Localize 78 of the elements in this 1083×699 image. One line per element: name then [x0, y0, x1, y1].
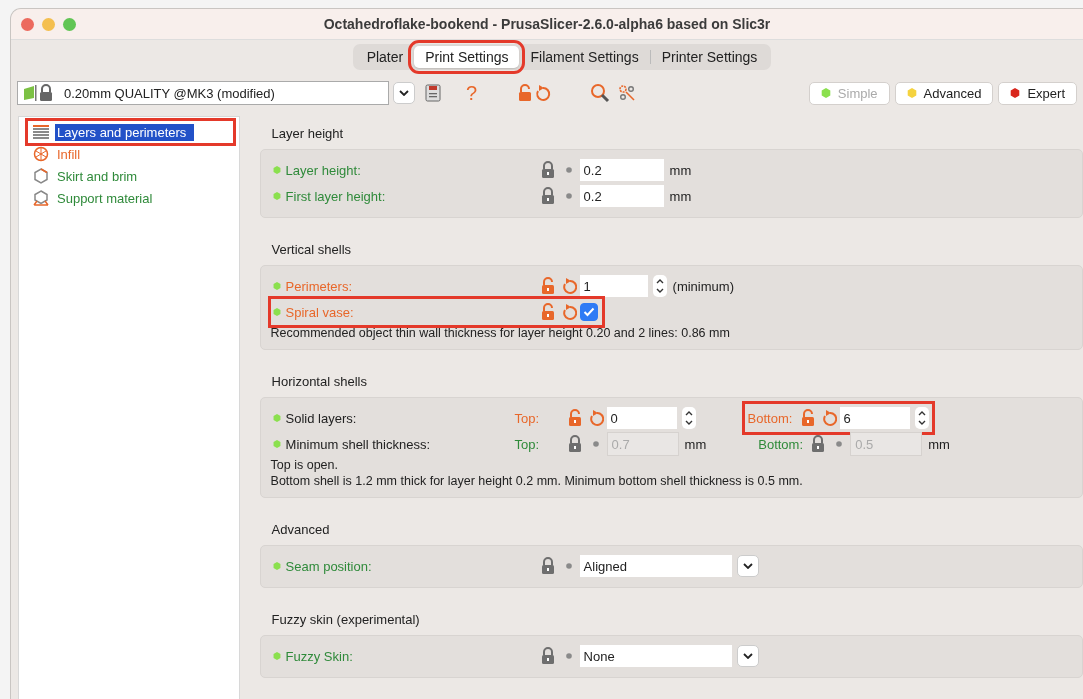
field-label: Bottom:	[747, 410, 794, 426]
input-field[interactable]: 0	[606, 407, 677, 429]
section-title: Vertical shells	[270, 241, 353, 259]
tab[interactable]: Filament Settings	[519, 46, 650, 68]
unit-label: mm	[928, 436, 950, 452]
undo-icon[interactable]	[560, 277, 577, 295]
tab[interactable]: Printer Settings	[650, 46, 769, 68]
info-text: Recommended object thin wall thickness for layer height 0.20 and 2 lines: 0.86 mm	[270, 325, 731, 341]
undo-icon[interactable]	[587, 409, 604, 427]
save-icon[interactable]	[425, 84, 441, 102]
spinner-button[interactable]	[681, 407, 696, 429]
field-label: Top:	[514, 410, 541, 426]
unit-label: mm	[669, 188, 692, 204]
dropdown-button[interactable]	[736, 645, 759, 667]
dot-icon	[565, 563, 572, 569]
preset-dropdown[interactable]: 0.20mm QUALITY @MK3 (modified)	[17, 81, 389, 105]
hexagon-icon	[33, 168, 49, 184]
spinner-button[interactable]	[914, 407, 929, 429]
section-title: Horizontal shells	[270, 373, 368, 391]
search-icon[interactable]	[590, 83, 611, 103]
sidebar-item[interactable]: Support material	[33, 187, 155, 209]
mode-button[interactable]: Advanced	[894, 81, 994, 105]
lock-icon[interactable]	[539, 557, 556, 575]
spinner-button[interactable]	[652, 275, 667, 297]
lock-icon[interactable]	[539, 647, 556, 665]
sidebar-item[interactable]: Skirt and brim	[33, 165, 140, 187]
select-field[interactable]: None	[579, 645, 732, 667]
undo-icon[interactable]	[560, 303, 577, 321]
unit-label: (minimum)	[672, 278, 734, 294]
dot-icon	[592, 441, 599, 447]
checkbox[interactable]	[579, 303, 598, 321]
unlock-icon[interactable]	[799, 409, 816, 427]
section-title: Layer height	[270, 125, 345, 143]
chevron-down-icon	[742, 653, 753, 659]
dot-icon	[565, 193, 572, 199]
dot-icon	[565, 653, 572, 659]
select-field[interactable]: Aligned	[579, 555, 732, 577]
unlock-icon[interactable]	[539, 303, 556, 321]
input-field[interactable]: 1	[579, 275, 648, 297]
option-label: Layer height:	[285, 162, 362, 178]
close-button[interactable]	[21, 17, 34, 31]
tab[interactable]: Plater	[355, 46, 415, 68]
info-text: Bottom shell is 1.2 mm thick for layer height 0.2 mm. Minimum bottom shell thickness is 0.5 mm.	[270, 473, 804, 489]
input-field[interactable]: 0.2	[579, 185, 664, 207]
section-title: Fuzzy skin (experimental)	[270, 611, 421, 629]
option-label: Minimum shell thickness:	[285, 436, 432, 452]
unlock-undo-icon[interactable]	[517, 84, 552, 102]
field-label: Top:	[514, 436, 541, 452]
gears-icon[interactable]	[618, 84, 637, 102]
dot-icon	[836, 441, 843, 447]
dot-icon	[565, 167, 572, 173]
unit-label: mm	[669, 162, 692, 178]
lock-icon[interactable]	[539, 161, 556, 179]
option-label: Fuzzy Skin:	[285, 648, 354, 664]
chevron-down-icon	[399, 90, 409, 96]
option-label: Spiral vase:	[285, 304, 355, 320]
input-field[interactable]: 6	[839, 407, 910, 429]
unlock-icon[interactable]	[566, 409, 583, 427]
dropdown-button[interactable]	[736, 555, 759, 577]
window-title: Octahedroflake-bookend - PrusaSlicer-2.6.0-alpha6 based on Slic3r	[323, 16, 771, 32]
support-icon	[33, 190, 49, 206]
infill-icon	[33, 146, 49, 162]
input-field[interactable]: 0.2	[579, 159, 664, 181]
unit-label: mm	[684, 436, 707, 452]
mode-button[interactable]: Expert	[998, 81, 1077, 105]
option-label: Perimeters:	[285, 278, 354, 294]
layers-icon	[33, 124, 49, 140]
dropdown-button[interactable]	[393, 82, 415, 104]
unlock-icon[interactable]	[539, 277, 556, 295]
field-label: Bottom:	[758, 436, 805, 452]
info-text: Top is open.	[270, 457, 339, 473]
option-label: First layer height:	[285, 188, 387, 204]
chevron-down-icon	[742, 563, 753, 569]
option-label: Solid layers:	[285, 410, 358, 426]
option-label: Seam position:	[285, 558, 373, 574]
lock-icon[interactable]	[539, 187, 556, 205]
undo-icon[interactable]	[820, 409, 837, 427]
section-title: Advanced	[270, 521, 331, 539]
